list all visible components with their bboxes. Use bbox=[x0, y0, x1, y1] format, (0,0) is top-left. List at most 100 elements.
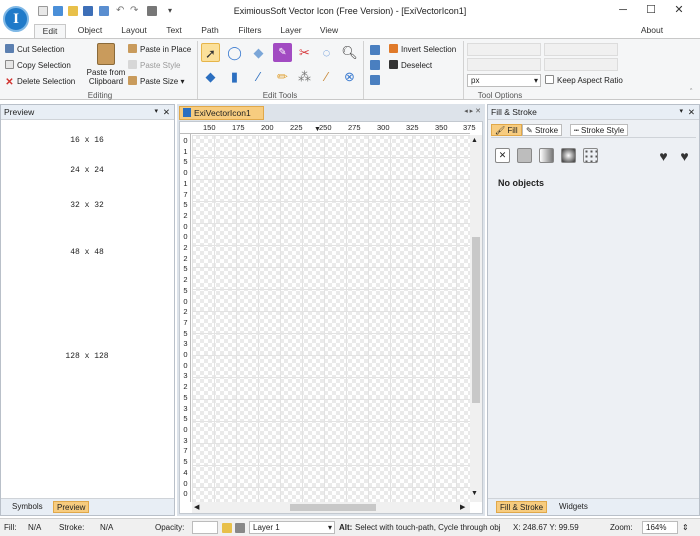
lasso-icon[interactable]: ◌ bbox=[317, 43, 336, 62]
evenodd-fill-icon[interactable]: ♥ bbox=[654, 147, 673, 166]
no-paint-icon[interactable]: ✕ bbox=[495, 148, 510, 163]
layer-select[interactable]: Layer 1 ▾ bbox=[249, 521, 335, 534]
layer-visibility-icon[interactable] bbox=[235, 523, 245, 533]
ruler-label: 3 bbox=[183, 339, 188, 349]
panel-menu-icon[interactable]: ▾ bbox=[679, 105, 683, 119]
preview-size-16: 16 x 16 bbox=[70, 136, 104, 145]
minimize-button[interactable]: ─ bbox=[613, 3, 633, 17]
paste-in-place-button[interactable]: Paste in Place bbox=[128, 43, 191, 56]
tab-scroll-icons[interactable]: ◂ ▸ ✕ bbox=[464, 107, 481, 115]
document-tab[interactable]: ExiVectorIcon1 bbox=[179, 106, 264, 120]
zoom-icon[interactable]: 🔍︎ bbox=[340, 43, 359, 62]
vertical-scroll-thumb[interactable] bbox=[472, 237, 480, 403]
canvas-frame: 150 175 200 225 250 275 300 325 350 375 … bbox=[179, 121, 483, 514]
pattern-icon[interactable] bbox=[583, 148, 598, 163]
circle-tool-icon[interactable]: ⊗ bbox=[340, 67, 359, 86]
select-all-icon[interactable] bbox=[370, 45, 380, 55]
select-options-icon[interactable] bbox=[370, 75, 380, 85]
scroll-left-icon[interactable]: ◀ bbox=[194, 503, 199, 511]
hint-text: Select with touch-path, Cycle through ob… bbox=[355, 523, 501, 532]
close-button[interactable]: ✕ bbox=[669, 3, 689, 17]
tab-symbols[interactable]: Symbols bbox=[9, 501, 46, 513]
eyedropper-icon[interactable]: ∕ bbox=[249, 67, 268, 86]
zoom-field[interactable]: 164% bbox=[642, 521, 678, 534]
y-spinner[interactable] bbox=[544, 58, 618, 71]
width-spinner[interactable] bbox=[467, 43, 541, 56]
paste-from-clipboard-button[interactable]: Paste from Clipboard bbox=[84, 43, 128, 89]
flat-color-icon[interactable] bbox=[517, 148, 532, 163]
tab-edit[interactable]: Edit bbox=[34, 24, 66, 38]
linear-gradient-icon[interactable] bbox=[539, 148, 554, 163]
tab-path[interactable]: Path bbox=[196, 24, 224, 38]
tab-fill[interactable]: 🖌︎ Fill bbox=[491, 124, 522, 136]
opacity-spinner[interactable] bbox=[192, 521, 218, 534]
opacity-label: Opacity: bbox=[155, 523, 185, 532]
bottle-icon[interactable]: ▮ bbox=[225, 67, 244, 86]
spray-icon[interactable]: ⁂ bbox=[295, 67, 314, 86]
deselect-button[interactable]: Deselect bbox=[389, 59, 432, 72]
ribbon: Cut Selection Copy Selection ✕ Delete Sel… bbox=[0, 38, 700, 100]
paste-style-button[interactable]: Paste Style bbox=[128, 59, 180, 72]
maximize-button[interactable]: ☐ bbox=[641, 3, 661, 17]
shapes-icon[interactable]: ◯ bbox=[225, 43, 244, 62]
paste-style-label: Paste Style bbox=[140, 61, 181, 70]
invert-selection-button[interactable]: Invert Selection bbox=[389, 43, 456, 56]
vertical-scrollbar[interactable]: ▲ ▼ bbox=[470, 135, 482, 502]
tab-fill-and-stroke[interactable]: Fill & Stroke bbox=[496, 501, 548, 513]
eraser-icon[interactable]: ◆ bbox=[249, 43, 268, 62]
scroll-up-icon[interactable]: ▲ bbox=[471, 137, 478, 144]
tab-widgets[interactable]: Widgets bbox=[556, 501, 591, 513]
ruler-label: 5 bbox=[183, 457, 188, 467]
scissors-icon[interactable]: ✂ bbox=[295, 43, 314, 62]
scroll-down-icon[interactable]: ▼ bbox=[471, 490, 478, 497]
fill-bucket-icon[interactable]: ◆ bbox=[201, 67, 220, 86]
collapse-ribbon-icon[interactable]: ˆ bbox=[690, 89, 700, 99]
ruler-label: 2 bbox=[183, 275, 188, 285]
pencil-icon[interactable]: ✏ bbox=[273, 67, 292, 86]
delete-selection-button[interactable]: ✕ Delete Selection bbox=[5, 75, 75, 88]
paste-size-button[interactable]: Paste Size ▾ bbox=[128, 75, 185, 88]
height-spinner[interactable] bbox=[467, 58, 541, 71]
radial-gradient-icon[interactable] bbox=[561, 148, 576, 163]
tab-text[interactable]: Text bbox=[160, 24, 188, 38]
ruler-label: 175 bbox=[232, 123, 245, 132]
tab-view[interactable]: View bbox=[314, 24, 344, 38]
tab-stroke[interactable]: ✎ Stroke bbox=[522, 124, 563, 136]
horizontal-scroll-thumb[interactable] bbox=[290, 504, 376, 511]
nonzero-fill-icon[interactable]: ♥ bbox=[675, 147, 694, 166]
panel-menu-icon[interactable]: ▾ bbox=[154, 105, 158, 119]
tab-layout[interactable]: Layout bbox=[116, 24, 152, 38]
unit-select[interactable]: px ▾ bbox=[467, 74, 541, 87]
select-arrow-icon[interactable]: ➚ bbox=[201, 43, 220, 62]
app-logo[interactable]: I bbox=[3, 6, 29, 32]
tab-object[interactable]: Object bbox=[72, 24, 108, 38]
select-same-icon[interactable] bbox=[370, 60, 380, 70]
fill-tab-icon: 🖌︎ bbox=[495, 126, 508, 135]
tab-layer[interactable]: Layer bbox=[276, 24, 306, 38]
ruler-label: 0 bbox=[183, 221, 188, 231]
ruler-label: 225 bbox=[290, 123, 303, 132]
tab-filters[interactable]: Filters bbox=[232, 24, 268, 38]
checkbox-icon bbox=[545, 75, 554, 84]
brush-icon[interactable]: ∕ bbox=[317, 67, 336, 86]
drawing-canvas[interactable] bbox=[192, 135, 470, 502]
clipboard-icon bbox=[97, 43, 115, 65]
fill-stroke-title: Fill & Stroke bbox=[491, 107, 537, 117]
scroll-right-icon[interactable]: ▶ bbox=[460, 503, 465, 511]
node-edit-icon[interactable]: ✎ bbox=[273, 43, 292, 62]
copy-icon bbox=[5, 60, 14, 69]
tab-preview[interactable]: Preview bbox=[53, 501, 90, 513]
layer-lock-icon[interactable] bbox=[222, 523, 232, 533]
horizontal-scrollbar[interactable]: ◀ ▶ bbox=[192, 502, 470, 513]
close-icon[interactable]: ✕ bbox=[688, 105, 695, 119]
close-icon[interactable]: ✕ bbox=[163, 105, 170, 119]
tab-stroke-style[interactable]: ┅ Stroke Style bbox=[570, 124, 629, 136]
no-objects-label: No objects bbox=[498, 178, 545, 188]
keep-aspect-ratio-checkbox[interactable]: Keep Aspect Ratio bbox=[545, 74, 623, 87]
x-spinner[interactable] bbox=[544, 43, 618, 56]
ruler-label: 1 bbox=[183, 146, 188, 156]
about-link[interactable]: About bbox=[632, 24, 672, 38]
copy-selection-button[interactable]: Copy Selection bbox=[5, 59, 71, 72]
cut-selection-button[interactable]: Cut Selection bbox=[5, 43, 65, 56]
zoom-spinner-icon[interactable]: ⇕ bbox=[682, 519, 689, 536]
